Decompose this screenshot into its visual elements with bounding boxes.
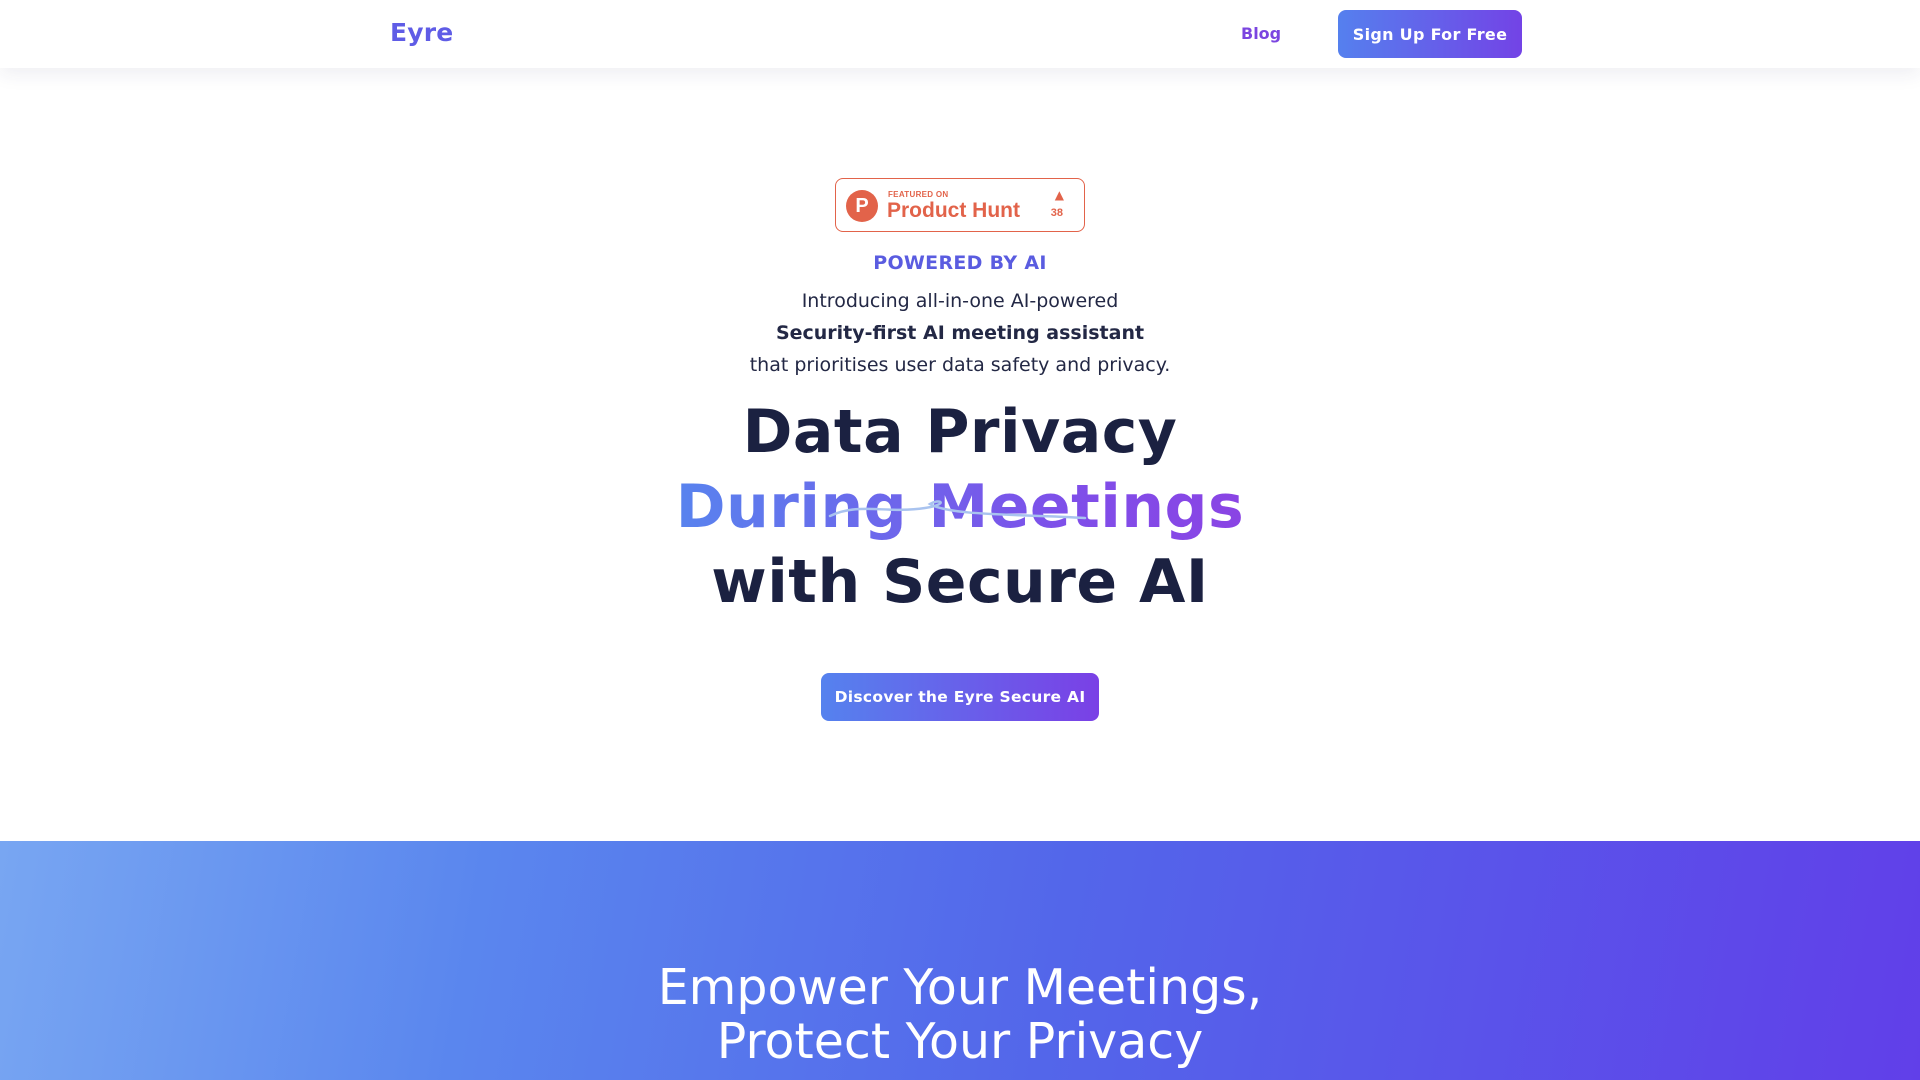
nav-blog-link[interactable]: Blog: [1241, 24, 1281, 43]
headline-line-1: Data Privacy: [742, 397, 1178, 467]
site-header: Eyre Blog Sign Up For Free: [0, 0, 1920, 68]
intro-text-line-1: Introducing all-in-one AI-powered: [801, 290, 1119, 312]
discover-cta-button[interactable]: Discover the Eyre Secure AI: [821, 673, 1099, 721]
logo[interactable]: Eyre: [390, 18, 453, 47]
banner-heading-line-1: Empower Your Meetings,: [657, 959, 1263, 1016]
squiggle-underline-icon: [828, 500, 1087, 520]
hero-section: P FEATURED ON Product Hunt ▲ 38 POWERED …: [0, 68, 1920, 841]
headline-line-3: with Secure AI: [711, 547, 1209, 617]
intro-text-line-3: that prioritises user data safety and pr…: [749, 354, 1171, 376]
banner-heading-line-2: Protect Your Privacy: [716, 1013, 1204, 1070]
upvote-triangle-icon: ▲: [1054, 188, 1064, 202]
intro-text-line-2: Security-first AI meeting assistant: [775, 322, 1145, 344]
product-hunt-featured-label: FEATURED ON: [888, 190, 949, 199]
product-hunt-logo-icon: P: [846, 190, 878, 222]
gradient-banner: Empower Your Meetings, Protect Your Priv…: [0, 841, 1920, 1080]
powered-by-eyebrow: POWERED BY AI: [873, 252, 1047, 274]
sign-up-button[interactable]: Sign Up For Free: [1338, 10, 1522, 58]
product-hunt-badge[interactable]: P FEATURED ON Product Hunt ▲ 38: [835, 178, 1085, 232]
upvote-count: 38: [1050, 207, 1063, 219]
product-hunt-name: Product Hunt: [887, 199, 1020, 222]
